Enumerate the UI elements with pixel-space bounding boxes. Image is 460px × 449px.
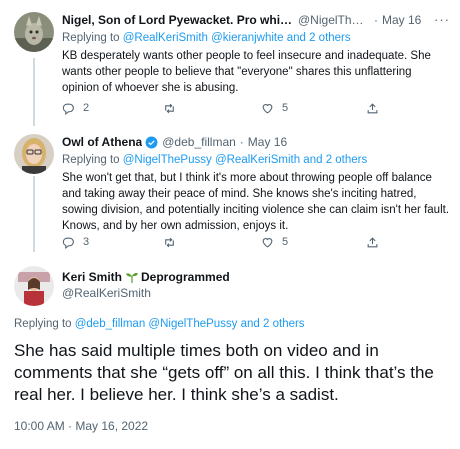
tweet-date[interactable]: May 16: [382, 12, 421, 28]
share-icon: [367, 236, 378, 247]
reply-count: 2: [83, 102, 90, 114]
like-button[interactable]: 5: [261, 102, 288, 115]
author-handle[interactable]: @deb_fillman: [162, 134, 236, 150]
tweet-2[interactable]: Owl of Athena @deb_fillman · May 16 Repl…: [0, 126, 460, 254]
like-button[interactable]: 5: [261, 236, 288, 249]
tweet-actions: 2 5: [62, 101, 442, 115]
replying-label: Replying to: [62, 32, 123, 44]
share-icon: [367, 102, 378, 113]
reply-count: 3: [83, 236, 90, 248]
reply-icon: [62, 237, 74, 249]
separator-dot: ·: [239, 135, 244, 149]
like-count: 5: [282, 102, 289, 114]
verified-badge-icon: [145, 136, 158, 148]
separator-dot: ·: [374, 13, 378, 27]
reply-icon: [62, 103, 74, 115]
author-handle[interactable]: @RealKeriSmith: [62, 286, 230, 300]
tweet-text: She won't get that, but I think it's mor…: [62, 172, 450, 232]
replying-to: Replying to @NigelThePussy @RealKeriSmit…: [62, 152, 450, 168]
replying-links[interactable]: @NigelThePussy @RealKeriSmith and 2 othe…: [123, 154, 368, 166]
tweet-text: KB desperately wants other people to fee…: [62, 50, 431, 94]
retweet-button[interactable]: [163, 236, 184, 249]
tweet-1[interactable]: Nigel, Son of Lord Pyewacket. Pro whiff-…: [0, 0, 460, 126]
replying-links[interactable]: @deb_fillman @NigelThePussy and 2 others: [75, 318, 305, 330]
avatar[interactable]: [14, 12, 54, 52]
retweet-icon: [165, 237, 174, 247]
tweet-timestamp[interactable]: 10:00 AM · May 16, 2022: [14, 419, 148, 433]
retweet-icon: [165, 103, 174, 113]
share-button[interactable]: [366, 236, 379, 249]
share-button[interactable]: [366, 102, 379, 115]
author-handle[interactable]: @NigelThePussy: [298, 12, 370, 28]
author-name[interactable]: Nigel, Son of Lord Pyewacket. Pro whiff-…: [62, 12, 294, 28]
tweet-date[interactable]: May 16: [248, 134, 287, 150]
more-icon[interactable]: ···: [434, 12, 450, 27]
replying-label: Replying to: [62, 154, 123, 166]
avatar[interactable]: [14, 266, 54, 306]
tweet-actions: 3 5: [62, 235, 442, 249]
retweet-button[interactable]: [163, 102, 184, 115]
avatar[interactable]: [14, 134, 54, 174]
replying-to: Replying to @deb_fillman @NigelThePussy …: [14, 318, 305, 330]
replying-label: Replying to: [14, 318, 75, 330]
author-name[interactable]: Owl of Athena: [62, 134, 142, 150]
tweet-text: She has said multiple times both on vide…: [14, 341, 434, 404]
sprout-icon: [126, 273, 139, 283]
like-count: 5: [282, 236, 289, 248]
reply-button[interactable]: 3: [62, 236, 89, 249]
reply-button[interactable]: 2: [62, 102, 89, 115]
author-name[interactable]: Keri Smith: [62, 270, 122, 284]
replying-to: Replying to @RealKeriSmith @kieranjwhite…: [62, 30, 450, 46]
like-icon: [262, 237, 273, 247]
like-icon: [262, 103, 273, 113]
name-suffix: Deprogrammed: [141, 270, 230, 284]
replying-links[interactable]: @RealKeriSmith @kieranjwhite and 2 other…: [123, 32, 351, 44]
